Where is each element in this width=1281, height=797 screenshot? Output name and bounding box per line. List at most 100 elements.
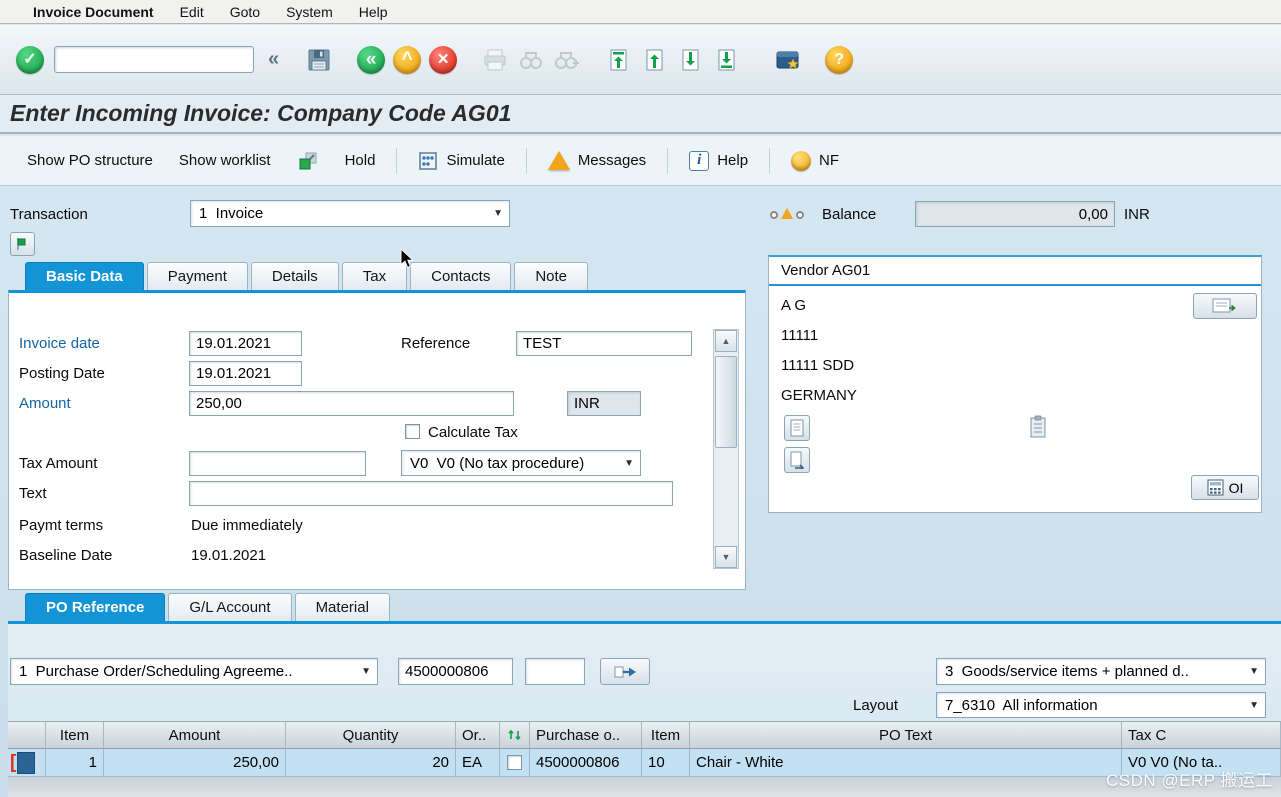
first-page-button[interactable] — [601, 42, 637, 78]
menu-system[interactable]: System — [273, 4, 346, 20]
goods-filter-select[interactable]: 3 Goods/service items + planned d.. ▼ — [936, 658, 1266, 685]
scroll-down-icon[interactable]: ▼ — [715, 546, 737, 568]
cell-quantity[interactable]: 20 — [286, 749, 456, 777]
display-vendor-button[interactable] — [784, 415, 810, 441]
assignment-button[interactable] — [284, 144, 332, 178]
lead-selection-bracket: [ — [10, 752, 17, 773]
tab-po-reference[interactable]: PO Reference — [25, 593, 166, 621]
tab-details[interactable]: Details — [250, 262, 339, 290]
menu-invoice-document[interactable]: Invoice Document — [20, 4, 167, 20]
last-page-button[interactable] — [709, 42, 745, 78]
enter-button[interactable]: ✓ — [12, 42, 48, 78]
cancel-button[interactable]: × — [425, 42, 461, 78]
header-quantity[interactable]: Quantity — [286, 721, 456, 749]
item-tabstrip: PO Reference G/L Account Material — [25, 593, 393, 621]
header-selector[interactable] — [8, 721, 46, 749]
menu-goto[interactable]: Goto — [217, 4, 273, 20]
show-worklist-button[interactable]: Show worklist — [166, 146, 284, 175]
cell-po-text[interactable]: Chair - White — [690, 749, 1122, 777]
tax-code-select[interactable]: V0 V0 (No tax procedure) ▼ — [401, 450, 641, 476]
header-purchase-order[interactable]: Purchase o.. — [530, 721, 642, 749]
print-icon — [484, 49, 506, 70]
chevron-down-icon: ▼ — [1249, 699, 1259, 711]
next-page-button[interactable] — [673, 42, 709, 78]
help-app-button[interactable]: i Help — [676, 145, 761, 177]
messages-button[interactable]: Messages — [535, 145, 659, 176]
cell-amount[interactable]: 250,00 — [104, 749, 286, 777]
header-item[interactable]: Item — [46, 721, 104, 749]
invoice-date-field[interactable]: 19.01.2021 — [189, 331, 302, 356]
transaction-select[interactable]: 1 Invoice ▼ — [190, 200, 510, 227]
header-tax-code[interactable]: Tax C — [1122, 721, 1281, 749]
scroll-up-icon[interactable]: ▲ — [715, 330, 737, 352]
clipboard-button[interactable] — [1028, 415, 1048, 444]
baseline-date-value: 19.01.2021 — [191, 547, 267, 564]
posting-date-label: Posting Date — [19, 365, 105, 382]
vendor-list-button[interactable] — [784, 447, 810, 473]
items-table-header: Item Amount Quantity Or.. Purchase o.. I… — [8, 721, 1281, 749]
po-type-select[interactable]: 1 Purchase Order/Scheduling Agreeme.. ▼ — [10, 658, 378, 685]
header-flag-column[interactable] — [500, 721, 530, 749]
vendor-address-button[interactable] — [1193, 293, 1257, 319]
posting-date-field[interactable]: 19.01.2021 — [189, 361, 302, 386]
header-po-text[interactable]: PO Text — [690, 721, 1122, 749]
tab-contacts[interactable]: Contacts — [410, 262, 512, 290]
cancel-glyph: × — [437, 49, 449, 70]
text-field[interactable] — [189, 481, 673, 506]
header-tabstrip: Basic Data Payment Details Tax Contacts … — [25, 262, 591, 290]
balance-label: Balance — [822, 206, 877, 223]
layout-select[interactable]: 7_6310 All information ▼ — [936, 692, 1266, 718]
adopt-button[interactable] — [600, 658, 650, 685]
oi-button[interactable]: OI — [1191, 475, 1259, 500]
simulate-button[interactable]: Simulate — [405, 145, 517, 177]
calculate-tax-checkbox[interactable] — [405, 424, 420, 439]
show-po-structure-button[interactable]: Show PO structure — [14, 146, 166, 175]
cell-po-item[interactable]: 10 — [642, 749, 690, 777]
previous-page-button[interactable] — [637, 42, 673, 78]
save-button[interactable] — [301, 42, 337, 78]
exit-button[interactable]: ^ — [389, 42, 425, 78]
cell-order-unit[interactable]: EA — [456, 749, 500, 777]
create-shortcut-button[interactable] — [769, 42, 805, 78]
tab-payment[interactable]: Payment — [146, 262, 248, 290]
header-amount[interactable]: Amount — [104, 721, 286, 749]
header-po-item[interactable]: Item — [642, 721, 690, 749]
po-item-field[interactable] — [525, 658, 585, 685]
tab-gl-account[interactable]: G/L Account — [168, 593, 292, 621]
menu-help[interactable]: Help — [346, 4, 401, 20]
tab-material[interactable]: Material — [294, 593, 390, 621]
hold-button[interactable]: Hold — [332, 146, 389, 175]
table-row[interactable]: [ 1 250,00 20 EA 4500000806 10 Chair - W… — [8, 749, 1281, 777]
header-order-unit[interactable]: Or.. — [456, 721, 500, 749]
calculate-tax-label: Calculate Tax — [428, 424, 518, 441]
currency-field[interactable]: INR — [567, 391, 641, 416]
po-number-field[interactable]: 4500000806 — [398, 658, 513, 685]
cell-purchase-order[interactable]: 4500000806 — [530, 749, 642, 777]
row-checkbox[interactable] — [507, 755, 522, 770]
scrollbar-thumb[interactable] — [715, 356, 737, 448]
row-selector[interactable]: [ — [8, 749, 46, 777]
basic-data-scrollbar[interactable]: ▲ ▼ — [713, 329, 739, 569]
vendor-header: Vendor AG01 — [781, 262, 871, 279]
command-input[interactable] — [54, 46, 254, 73]
nf-button[interactable]: NF — [778, 145, 852, 177]
cell-item[interactable]: 1 — [46, 749, 104, 777]
tab-basic-data[interactable]: Basic Data — [25, 262, 144, 290]
help-glyph: ? — [834, 50, 845, 68]
reference-field[interactable]: TEST — [516, 331, 692, 356]
tax-amount-field[interactable] — [189, 451, 366, 476]
tab-tax[interactable]: Tax — [341, 262, 408, 290]
help-button[interactable]: ? — [821, 42, 857, 78]
cell-flag[interactable] — [500, 749, 530, 777]
header-tree-button[interactable] — [10, 232, 35, 256]
collapse-command-icon[interactable]: « — [262, 48, 285, 71]
menu-edit[interactable]: Edit — [167, 4, 217, 20]
watermark: CSDN @ERP 搬运工 — [1105, 771, 1273, 790]
amount-field[interactable]: 250,00 — [189, 391, 514, 416]
po-reference-area: 1 Purchase Order/Scheduling Agreeme.. ▼ … — [8, 621, 1281, 797]
back-button[interactable]: « — [353, 42, 389, 78]
back-glyph: « — [365, 49, 377, 70]
save-icon — [308, 49, 330, 70]
tab-note[interactable]: Note — [514, 262, 589, 290]
amount-label: Amount — [19, 395, 71, 412]
